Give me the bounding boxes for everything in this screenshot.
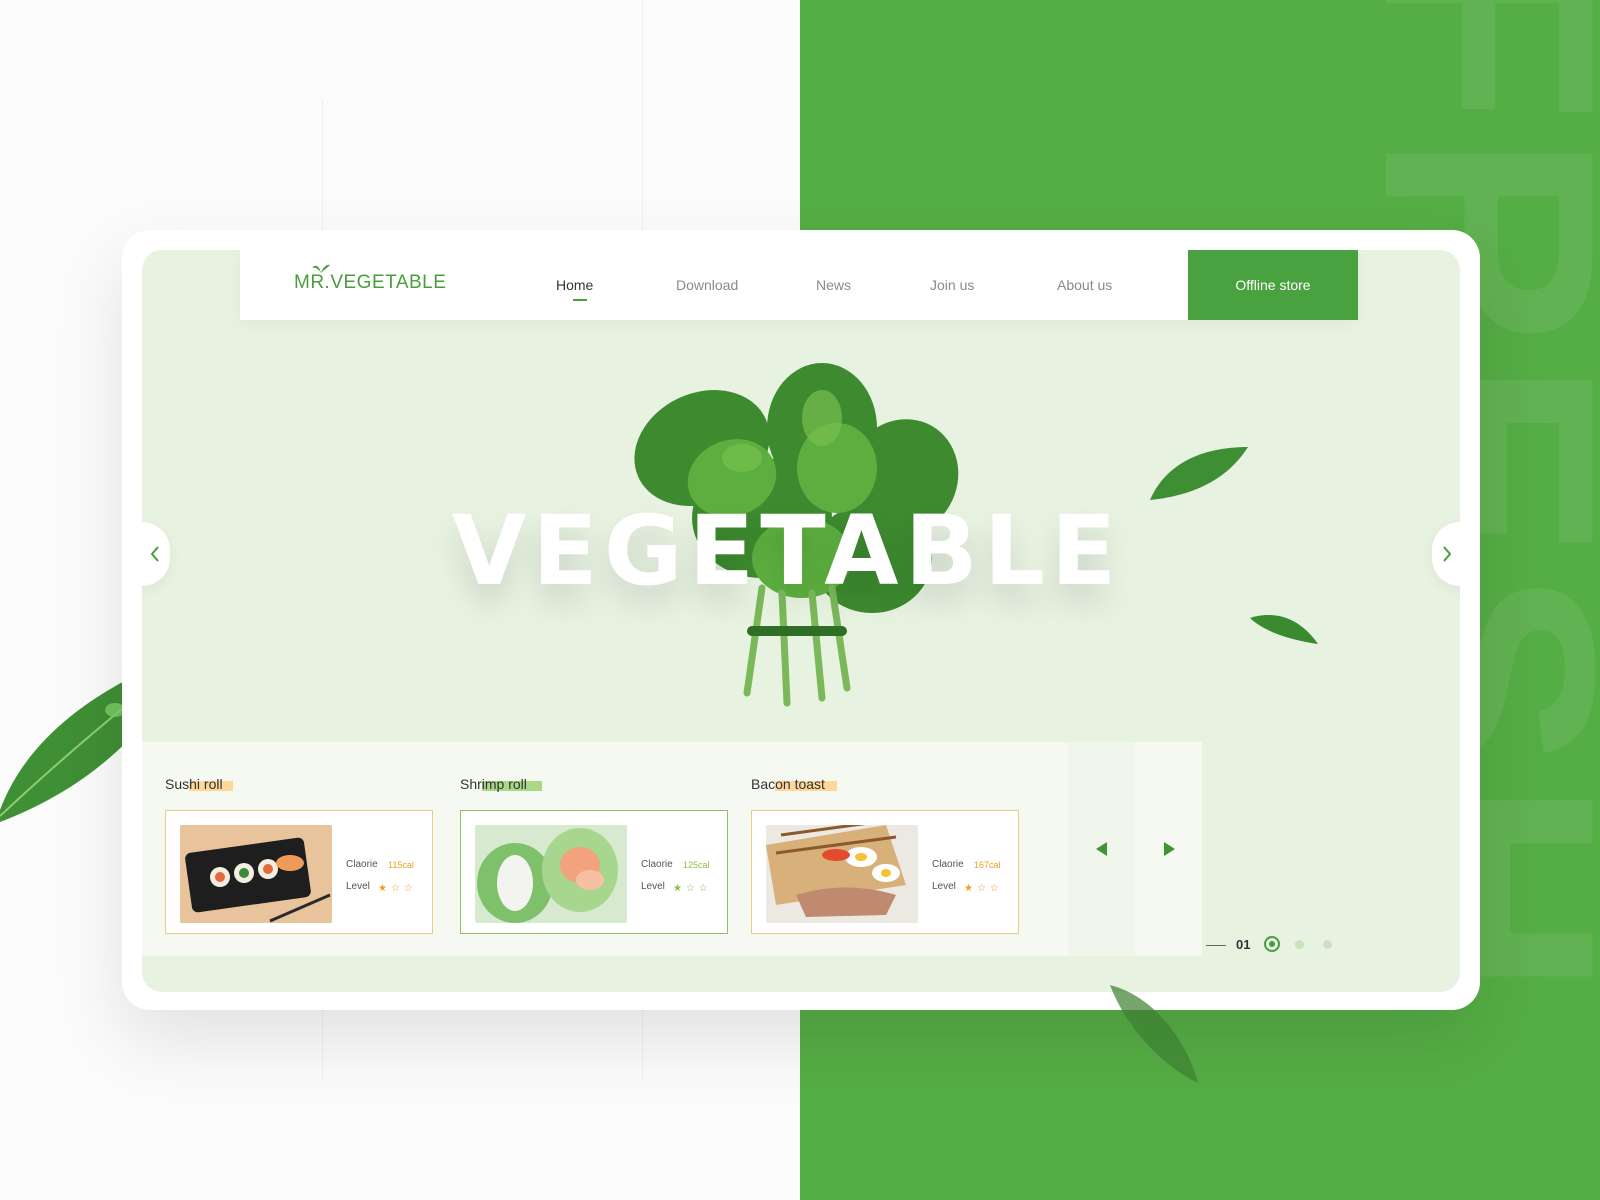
- products-prev-button[interactable]: [1068, 742, 1135, 956]
- card-title: Sushi roll: [165, 776, 233, 792]
- nav-download[interactable]: Download: [676, 277, 738, 293]
- website-screen: MR.VEGETABLE Home Download News Join us …: [142, 250, 1460, 992]
- product-card-shrimp[interactable]: Claorie 125cal Level ★☆☆: [460, 810, 728, 934]
- rating-stars: ★☆☆: [964, 883, 1003, 894]
- sushi-image: [180, 825, 332, 923]
- leaf-decoration: [1250, 615, 1318, 644]
- offline-store-button[interactable]: Offline store: [1188, 250, 1358, 320]
- nav-join-us[interactable]: Join us: [930, 277, 974, 293]
- chevron-left-icon: [150, 546, 159, 562]
- rating-stars: ★☆☆: [673, 883, 712, 894]
- leaf-decoration: [1110, 985, 1198, 1083]
- logo-leaf-icon: [312, 264, 330, 273]
- nav-news[interactable]: News: [816, 277, 851, 293]
- product-card-sushi[interactable]: Claorie 115cal Level ★☆☆: [165, 810, 433, 934]
- hero-prev-button[interactable]: [142, 522, 170, 586]
- pager-current: 01: [1236, 937, 1251, 952]
- product-card-bacon[interactable]: Claorie 167cal Level ★☆☆: [751, 810, 1019, 934]
- logo-text: MR.VEGETABLE: [294, 272, 447, 293]
- hero-next-button[interactable]: [1432, 522, 1460, 586]
- pager-dot-active[interactable]: [1264, 936, 1280, 952]
- leaf-decoration: [1150, 447, 1248, 500]
- chevron-right-icon: [1443, 546, 1452, 562]
- triangle-left-icon: [1095, 842, 1107, 856]
- product-strip: Sushi roll Claorie 115cal Level ★☆☆ Shri…: [142, 742, 1182, 956]
- site-logo[interactable]: MR.VEGETABLE: [294, 264, 447, 294]
- product-strip-nav: [1068, 742, 1202, 956]
- products-next-button[interactable]: [1135, 742, 1202, 956]
- pager-dash: [1206, 945, 1226, 946]
- card-title: Shrimp roll: [460, 776, 542, 792]
- nav-active-indicator: [573, 299, 587, 301]
- rating-stars: ★☆☆: [378, 883, 417, 894]
- card-title: Bacon toast: [751, 776, 837, 792]
- pager-dot[interactable]: [1295, 940, 1304, 949]
- nav-about-us[interactable]: About us: [1057, 277, 1112, 293]
- shrimp-roll-image: [475, 825, 627, 923]
- pager-dot[interactable]: [1323, 940, 1332, 949]
- triangle-right-icon: [1163, 842, 1175, 856]
- hero-headline: VEGETABLE: [452, 495, 1123, 607]
- top-navigation: MR.VEGETABLE Home Download News Join us …: [240, 250, 1358, 320]
- nav-home[interactable]: Home: [556, 277, 593, 293]
- bacon-toast-image: [766, 825, 918, 923]
